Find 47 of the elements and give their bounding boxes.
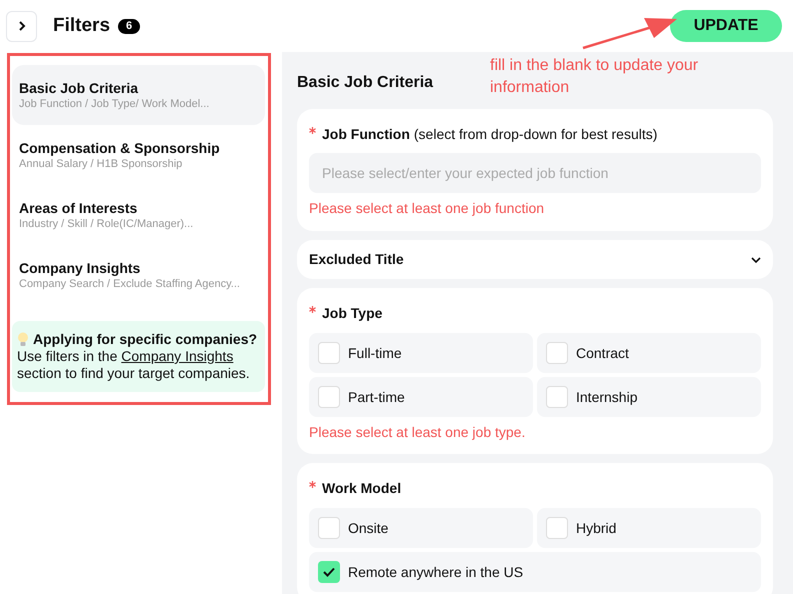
sidebar-item[interactable]: Company Insights Company Search / Exclude Staffing Agency... <box>12 245 265 305</box>
count-badge: 6 <box>118 18 140 34</box>
field-label: Excluded Title <box>309 250 404 269</box>
option-label: Full-time <box>348 344 402 362</box>
chevron-right-icon <box>18 21 26 31</box>
collapsible-header[interactable]: Excluded Title <box>297 240 773 279</box>
checked-checkbox[interactable] <box>318 561 340 583</box>
checkbox-option[interactable]: Internship <box>537 377 761 417</box>
option-label: Remote anywhere in the US <box>348 562 524 582</box>
lightbulb-icon <box>17 332 29 347</box>
sidebar-item[interactable]: Compensation & Sponsorship Annual Salary / H1B Sponsorship <box>12 125 265 185</box>
checkbox-option[interactable]: Onsite <box>309 508 533 548</box>
checkbox[interactable] <box>318 386 340 408</box>
arrow-icon <box>582 16 678 50</box>
option-label: Contract <box>576 344 629 362</box>
field-label: Job Type <box>322 304 382 323</box>
checkbox[interactable] <box>318 342 340 364</box>
update-button[interactable]: UPDATE <box>670 10 782 42</box>
checkmark-icon <box>323 567 335 577</box>
field-hint: (select from drop-down for best results) <box>414 125 658 144</box>
checkbox[interactable] <box>318 517 340 539</box>
annotation-text: fill in the blank to update your information <box>490 56 700 98</box>
checkbox[interactable] <box>546 342 568 364</box>
error-message: Please select at least one job function <box>309 199 546 218</box>
tip-text: Use filters in the Company Insights section to find your target companies. <box>17 348 251 382</box>
checkbox[interactable] <box>546 386 568 408</box>
field-label: Job Function <box>322 125 410 144</box>
option-label: Hybrid <box>576 518 616 538</box>
expand-button[interactable] <box>6 10 37 42</box>
checkbox[interactable] <box>546 517 568 539</box>
page-title: Filters <box>53 14 110 38</box>
sidebar-item[interactable]: Areas of Interests Industry / Skill / Role(IC/Manager)... <box>12 185 265 245</box>
checkbox-option[interactable]: Contract <box>537 333 761 373</box>
option-label: Onsite <box>348 518 388 538</box>
company-insights-link[interactable]: Company Insights <box>121 348 234 364</box>
field-label: Work Model <box>322 479 402 498</box>
checkbox-option[interactable]: Remote anywhere in the US <box>309 552 761 592</box>
input-field[interactable]: Please select/enter your expected job function <box>309 153 761 193</box>
error-message: Please select at least one job type. <box>309 423 526 442</box>
sidebar-item[interactable]: Basic Job Criteria Job Function / Job Type/ Work Model... <box>12 65 265 125</box>
checkbox-option[interactable]: Full-time <box>309 333 533 373</box>
checkbox-option[interactable]: Part-time <box>309 377 533 417</box>
tip-title: Applying for specific companies? <box>33 331 258 348</box>
section-heading: Basic Job Criteria <box>297 74 434 91</box>
checkbox-option[interactable]: Hybrid <box>537 508 761 548</box>
option-label: Part-time <box>348 388 405 406</box>
option-label: Internship <box>576 388 638 407</box>
